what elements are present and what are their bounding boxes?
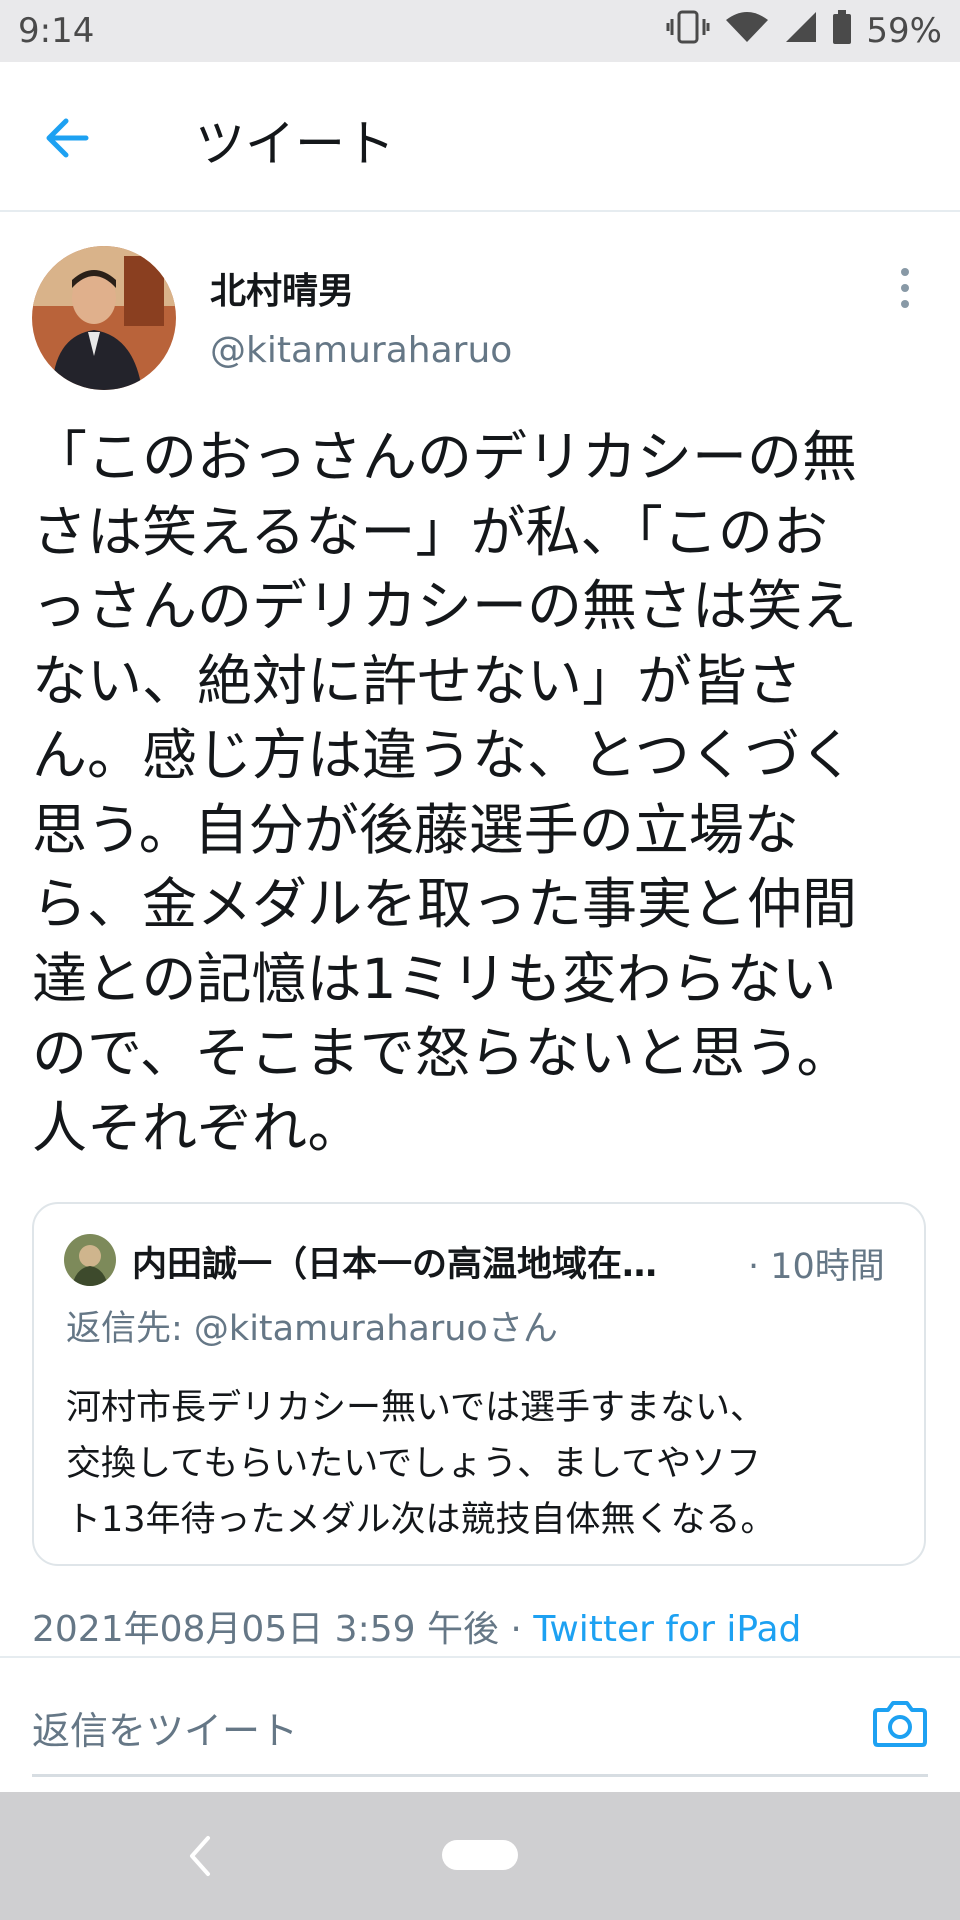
tweet-text: 「このおっさんのデリカシーの無 さは笑えるなー」が私、「このお っさんのデリカシ… (32, 425, 858, 1160)
signal-icon (784, 10, 818, 53)
tweet-timestamp[interactable]: 2021年08月05日 3:59 午後 (32, 1609, 499, 1650)
reply-input[interactable]: 返信をツイート (32, 1676, 928, 1776)
avatar[interactable] (32, 246, 176, 390)
quoted-text: 河村市長デリカシー無いでは選手すまない、 交換してもらいたいでしょう、ましてやソ… (66, 1388, 776, 1540)
system-home-pill[interactable] (442, 1840, 518, 1870)
top-nav: ツイート (0, 62, 960, 212)
battery-icon (832, 9, 852, 53)
tweet-meta: 2021年08月05日 3:59 午後 · Twitter for iPad (32, 1600, 801, 1652)
quoted-avatar (64, 1234, 116, 1286)
status-icons: 59% (666, 9, 942, 53)
reply-underline (32, 1774, 928, 1777)
reply-to-label: 返信先: (66, 1309, 194, 1349)
wifi-icon (724, 10, 770, 53)
back-arrow-icon[interactable] (40, 110, 110, 166)
more-options-icon[interactable] (888, 266, 922, 310)
system-back-icon[interactable] (180, 1830, 220, 1882)
reply-to-mention[interactable]: @kitamuraharuoさん (194, 1309, 558, 1349)
tweet-source[interactable]: Twitter for iPad (533, 1609, 801, 1650)
status-time: 9:14 (18, 11, 95, 51)
quoted-reply-to: 返信先: @kitamuraharuoさん (66, 1300, 558, 1351)
page-title: ツイート (195, 115, 395, 173)
camera-icon[interactable] (872, 1696, 928, 1750)
reply-placeholder: 返信をツイート (32, 1709, 299, 1753)
quoted-time: · 10時間 (748, 1247, 885, 1287)
vibrate-icon (666, 10, 710, 53)
divider (0, 1656, 960, 1658)
display-name[interactable]: 北村晴男 (210, 262, 354, 314)
quoted-tweet[interactable]: 内田誠一（日本一の高温地域在… · 10時間 返信先: @kitamurahar… (32, 1202, 926, 1566)
system-nav-bar (0, 1792, 960, 1920)
quoted-display-name: 内田誠一（日本一の高温地域在… (132, 1245, 658, 1285)
battery-percent: 59% (866, 11, 942, 51)
status-bar: 9:14 59% (0, 0, 960, 62)
user-handle[interactable]: @kitamuraharuo (210, 330, 512, 371)
meta-separator: · (498, 1609, 534, 1650)
